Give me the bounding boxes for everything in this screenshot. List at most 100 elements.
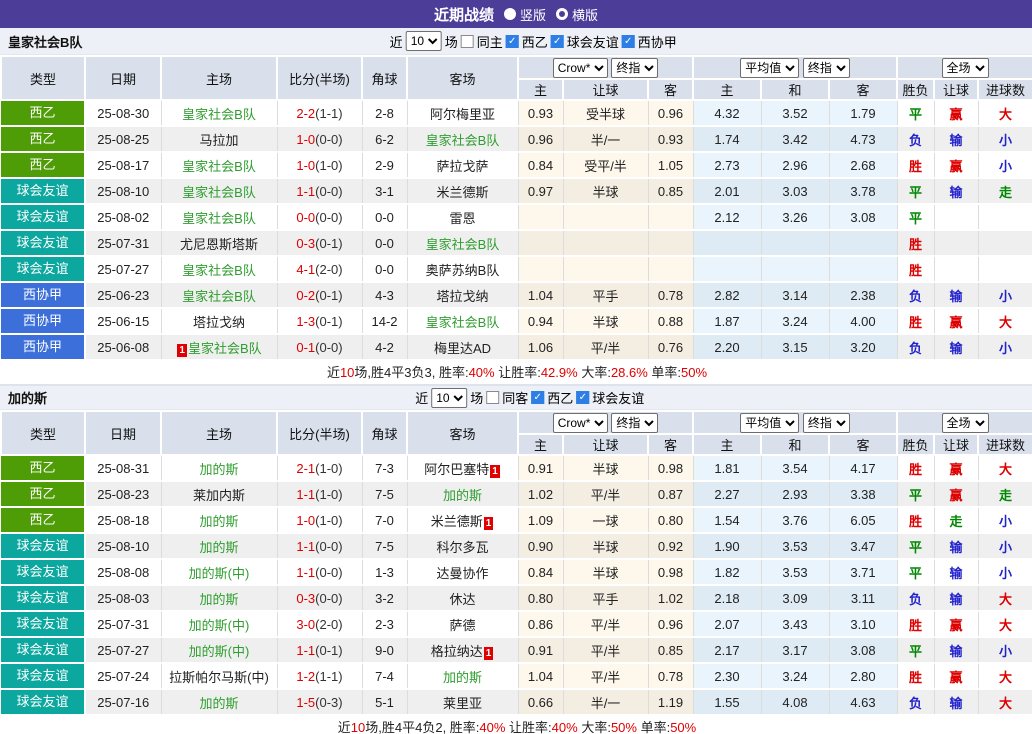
score-cell: 1-0(1-0): [277, 507, 363, 534]
sub-column-header: 胜负: [896, 433, 936, 456]
radio-unselected-icon[interactable]: [556, 8, 568, 20]
goals-result: 大: [978, 308, 1032, 335]
final-odds-select[interactable]: 终指: [802, 412, 850, 433]
match-count-select[interactable]: 10: [405, 31, 442, 51]
same-venue-checkbox[interactable]: [460, 34, 474, 48]
average-select[interactable]: 平均值: [740, 57, 800, 78]
avg-away-odds: 3.11: [829, 585, 898, 612]
avg-home-odds: 2.18: [693, 585, 762, 612]
summary-label: 单率:: [647, 365, 682, 380]
avg-draw-odds: 3.43: [761, 611, 830, 638]
league-cell: 西乙: [1, 100, 86, 127]
corners-cell: 7-3: [362, 455, 408, 482]
avg-draw-odds: 3.24: [761, 308, 830, 335]
summary-value: 28.6%: [610, 365, 648, 380]
home-team-cell: 皇家社会B队: [161, 256, 278, 283]
odds-time-select[interactable]: 终指: [611, 412, 659, 433]
europe-odds-group: 平均值 终指: [691, 55, 899, 80]
away-team-cell: 达曼协作: [407, 559, 519, 586]
home-team-name: 加的斯: [199, 461, 239, 477]
date-cell: 25-07-31: [85, 611, 162, 638]
league-filter-checkbox[interactable]: ✓: [550, 34, 564, 48]
match-result: 负: [897, 689, 935, 716]
odds-time-select[interactable]: 终指: [611, 57, 659, 78]
handicap-result: 输: [934, 637, 979, 664]
away-team-name: 莱里亚: [442, 695, 482, 711]
halftime-score: (0-0): [315, 209, 343, 225]
asian-away-odds: 0.76: [648, 334, 694, 361]
home-team-cell: 皇家社会B队: [161, 152, 278, 179]
summary-label: 大率:: [577, 720, 611, 734]
match-row: 球会友谊 25-07-16 加的斯 1-5(0-3) 5-1 莱里亚 0.66 半/一 1.19…: [1, 689, 1032, 716]
goals-result: 走: [978, 178, 1032, 205]
away-team-cell: 萨拉戈萨: [407, 152, 519, 179]
column-header: 日期: [84, 410, 162, 456]
match-count-select[interactable]: 10: [431, 387, 468, 408]
home-team-cell: 加的斯: [161, 455, 278, 482]
league-cell: 球会友谊: [1, 637, 86, 664]
match-result: 胜: [897, 152, 935, 179]
away-team-cell: 皇家社会B队: [407, 126, 519, 153]
handicap-result: 赢: [934, 455, 979, 482]
summary-value: 40%: [551, 720, 578, 734]
radio-selected-icon[interactable]: [503, 8, 516, 20]
avg-draw-odds: 3.24: [761, 663, 830, 690]
same-venue-checkbox[interactable]: [486, 391, 500, 404]
league-filter-label: 西乙: [521, 34, 548, 50]
summary-label: 场,胜4平3负3, 胜率:: [354, 365, 469, 380]
league-filter-checkbox[interactable]: ✓: [621, 34, 635, 48]
asian-handicap: 半/一: [563, 126, 649, 153]
away-team-name: 加的斯: [442, 669, 482, 685]
league-cell: 球会友谊: [1, 204, 86, 231]
league-cell: 球会友谊: [1, 178, 86, 205]
fulltime-score: 1-1: [296, 564, 316, 580]
date-cell: 25-08-23: [85, 481, 162, 508]
home-team-cell: 皇家社会B队: [161, 100, 278, 127]
match-result: 平: [897, 204, 935, 231]
radio-vertical[interactable]: 竖版: [503, 5, 546, 24]
league-cell: 球会友谊: [1, 611, 86, 638]
radio-horizontal[interactable]: 横版: [556, 5, 598, 24]
goals-result: 走: [978, 481, 1032, 508]
match-result: 胜: [897, 507, 935, 534]
sub-column-header: 主: [517, 78, 564, 101]
league-badge: 西协甲: [1, 335, 83, 358]
handicap-result: 输: [934, 689, 979, 716]
match-row: 球会友谊 25-08-08 加的斯(中) 1-1(0-0) 1-3 达曼协作 0.84 半球 0…: [1, 559, 1032, 586]
odds-company-select[interactable]: Crow*: [552, 57, 608, 78]
away-team-name: 休达: [449, 591, 476, 607]
goals-result: 大: [978, 663, 1032, 690]
average-select[interactable]: 平均值: [740, 412, 800, 433]
home-team-cell: 拉斯帕尔马斯(中): [161, 663, 278, 690]
asian-away-odds: [648, 230, 694, 257]
halftime-score: (1-0): [315, 460, 343, 476]
header-row-groups: 类型 日期 主场 比分(半场) 角球 客场 Crow* 终指 平均值 终指 全场: [0, 410, 1032, 456]
league-cell: 球会友谊: [1, 559, 86, 586]
full-match-select[interactable]: 全场: [941, 412, 989, 433]
sub-column-header: 让球: [933, 433, 980, 456]
avg-home-odds: 2.12: [693, 204, 762, 231]
asian-handicap: 平/半: [563, 481, 649, 508]
column-header: 客场: [406, 410, 519, 456]
odds-company-select[interactable]: Crow*: [552, 412, 608, 433]
full-match-select[interactable]: 全场: [941, 57, 989, 78]
halftime-score: (1-0): [315, 512, 343, 528]
halftime-score: (0-0): [315, 590, 343, 606]
asian-handicap: 一球: [563, 507, 649, 534]
date-cell: 25-08-10: [85, 533, 162, 560]
away-team-name: 奥萨苏纳B队: [425, 262, 500, 278]
asian-away-odds: [648, 204, 694, 231]
page-title: 近期战绩: [433, 6, 494, 24]
league-filter-label: 西协甲: [637, 34, 677, 50]
league-filter-checkbox[interactable]: ✓: [531, 391, 545, 404]
final-odds-select[interactable]: 终指: [802, 57, 850, 78]
section-filter-bar: 皇家社会B队近 10 场同主 ✓ 西乙 ✓ 球会友谊 ✓ 西协甲: [0, 28, 1032, 55]
home-team-cell: 加的斯(中): [161, 637, 278, 664]
avg-away-odds: 3.20: [829, 334, 898, 361]
avg-home-odds: 2.73: [693, 152, 762, 179]
league-filter-checkbox[interactable]: ✓: [505, 34, 519, 48]
filter-controls: 近 10 场同主 ✓ 西乙 ✓ 球会友谊 ✓ 西协甲: [390, 31, 677, 51]
league-filter-checkbox[interactable]: ✓: [576, 391, 590, 404]
match-row: 西乙 25-08-18 加的斯 1-0(1-0) 7-0 米兰德斯 1 1.09 一球 0.80 1…: [1, 507, 1032, 534]
date-cell: 25-07-31: [85, 230, 162, 257]
